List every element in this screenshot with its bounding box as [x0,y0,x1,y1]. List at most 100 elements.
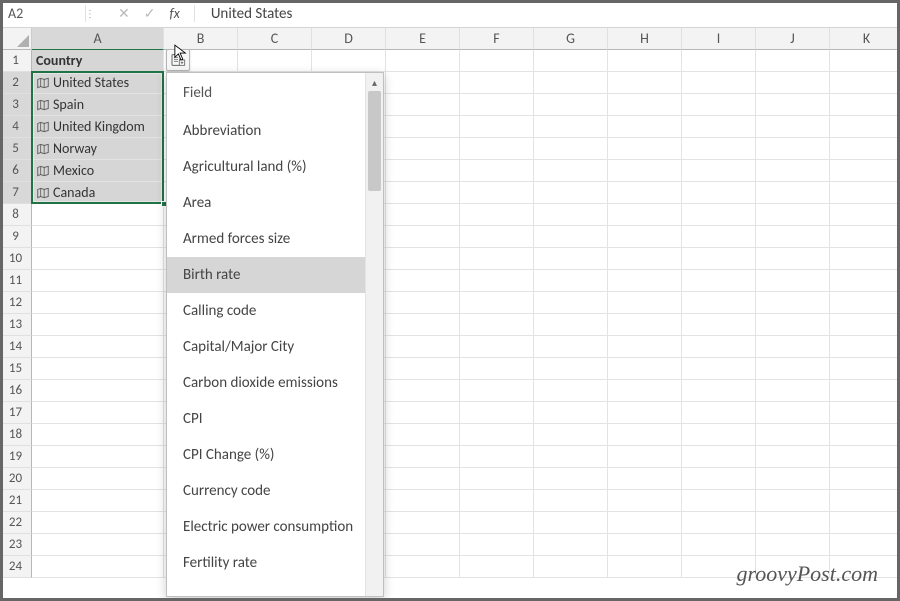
cell[interactable] [608,468,682,490]
cell[interactable] [386,490,460,512]
cell[interactable] [460,490,534,512]
cell[interactable] [830,116,900,138]
row-header[interactable]: 2 [0,72,32,94]
cell[interactable] [32,358,164,380]
cell[interactable] [830,380,900,402]
cell[interactable] [608,116,682,138]
cell[interactable] [608,72,682,94]
cell[interactable] [608,226,682,248]
row-header[interactable]: 24 [0,556,32,578]
cell[interactable] [460,534,534,556]
cell[interactable] [682,468,756,490]
cell[interactable] [386,72,460,94]
cell[interactable] [460,182,534,204]
cell[interactable] [460,270,534,292]
cell[interactable] [756,380,830,402]
cell[interactable] [460,292,534,314]
cell[interactable] [32,248,164,270]
cell[interactable] [32,402,164,424]
row-header[interactable]: 19 [0,446,32,468]
cell[interactable] [756,72,830,94]
cell[interactable] [608,182,682,204]
row-header[interactable]: 16 [0,380,32,402]
cell[interactable] [534,160,608,182]
cell[interactable] [534,116,608,138]
cell[interactable] [608,358,682,380]
cell[interactable] [608,138,682,160]
cell[interactable] [830,94,900,116]
cell[interactable] [830,446,900,468]
cell[interactable] [460,94,534,116]
cell[interactable] [830,490,900,512]
row-header[interactable]: 15 [0,358,32,380]
row-header[interactable]: 6 [0,160,32,182]
cell[interactable] [460,204,534,226]
cell[interactable] [534,424,608,446]
field-option[interactable]: Agricultural land (%) [167,149,383,185]
cell[interactable] [460,72,534,94]
cell[interactable] [608,248,682,270]
field-option[interactable]: Capital/Major City [167,329,383,365]
cell[interactable] [830,248,900,270]
field-option[interactable]: Abbreviation [167,113,383,149]
cell[interactable] [682,292,756,314]
cell[interactable] [386,446,460,468]
row-header[interactable]: 7 [0,182,32,204]
cell[interactable] [608,380,682,402]
cell[interactable] [756,292,830,314]
cell[interactable] [608,314,682,336]
cell[interactable] [756,314,830,336]
cell[interactable] [608,204,682,226]
cell[interactable] [32,314,164,336]
cell[interactable] [830,72,900,94]
cell[interactable] [386,380,460,402]
cell[interactable]: Canada [32,182,164,204]
row-header[interactable]: 22 [0,512,32,534]
cell[interactable] [682,314,756,336]
cell[interactable] [682,226,756,248]
row-header[interactable]: 11 [0,270,32,292]
cell[interactable] [460,424,534,446]
cell[interactable]: United States [32,72,164,94]
cell[interactable] [386,468,460,490]
insert-data-button[interactable] [166,49,190,71]
cell[interactable] [534,512,608,534]
field-option[interactable]: Area [167,185,383,221]
cell[interactable] [386,556,460,578]
cell[interactable] [830,182,900,204]
cell[interactable] [682,204,756,226]
column-header[interactable]: A [32,28,164,50]
cell[interactable] [534,358,608,380]
dropdown-scrollbar[interactable]: ▴ [365,73,383,596]
cell[interactable] [608,336,682,358]
cell[interactable] [386,248,460,270]
cell[interactable] [534,248,608,270]
cell[interactable] [830,314,900,336]
cell[interactable] [608,50,682,72]
cell[interactable] [608,94,682,116]
column-header[interactable]: K [830,28,900,50]
cell[interactable] [460,556,534,578]
grid[interactable]: ABCDEFGHIJK1Country2United States3Spain4… [0,28,900,578]
cell[interactable] [682,336,756,358]
row-header[interactable]: 5 [0,138,32,160]
cell[interactable] [386,50,460,72]
cell[interactable] [756,358,830,380]
cell[interactable] [534,314,608,336]
row-header[interactable]: 8 [0,204,32,226]
row-header[interactable]: 13 [0,314,32,336]
cell[interactable] [756,138,830,160]
field-option[interactable]: CPI Change (%) [167,437,383,473]
cell[interactable] [682,94,756,116]
cell[interactable] [682,556,756,578]
cell[interactable] [386,424,460,446]
cell[interactable] [608,424,682,446]
cell[interactable] [460,160,534,182]
select-all-corner[interactable] [0,28,32,50]
field-option[interactable]: Calling code [167,293,383,329]
cell[interactable] [830,270,900,292]
cell[interactable] [756,424,830,446]
cell[interactable] [534,270,608,292]
cell[interactable] [608,270,682,292]
cell[interactable] [756,94,830,116]
